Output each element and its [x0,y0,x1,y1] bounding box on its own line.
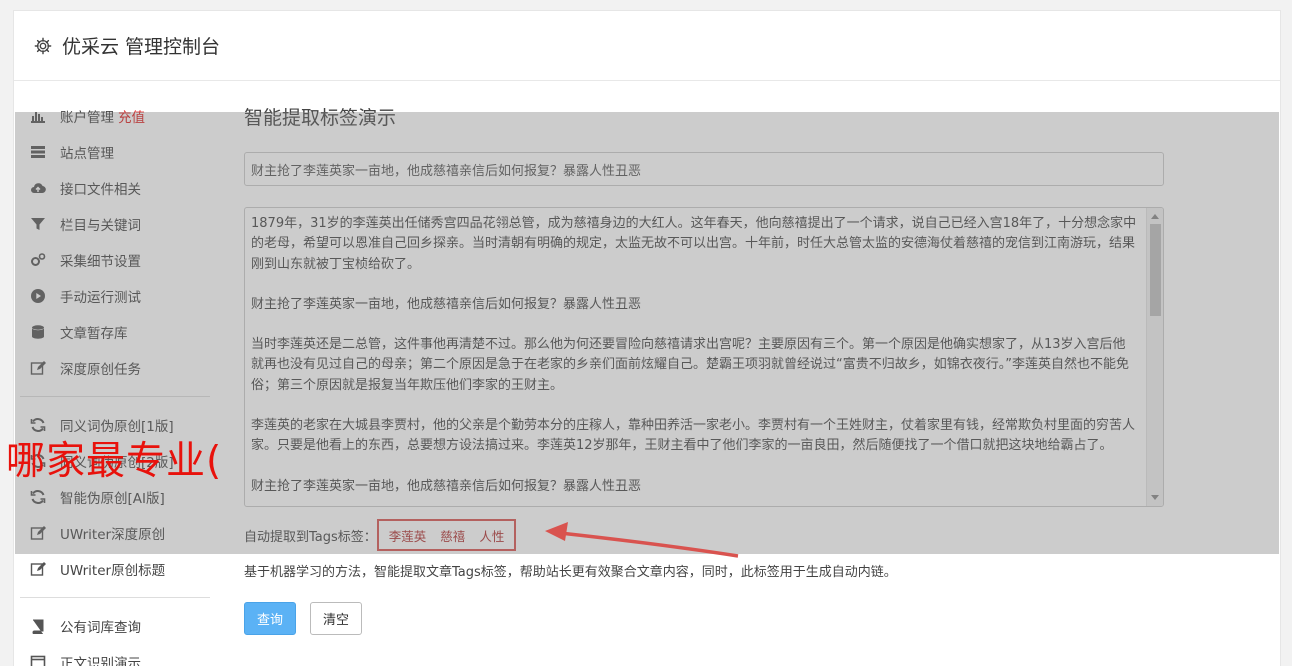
sidebar-item-interface[interactable]: 接口文件相关 [20,170,210,206]
textarea-scrollbar[interactable] [1146,208,1163,506]
refresh-icon [30,489,46,505]
console-title: 优采云 管理控制台 [62,36,221,58]
cogs-icon [30,252,46,268]
sidebar-item-label: 文章暂存库 [60,326,128,342]
sidebar-item-account[interactable]: 账户管理 充值 [20,98,210,134]
sidebar-item-deep-original[interactable]: 深度原创任务 [20,350,210,386]
watermark-text: 哪家最专业( [6,439,223,484]
sidebar-item-uwriter-title[interactable]: UWriter原创标题 [20,551,210,587]
panel-header: 优采云 管理控制台 [14,11,1280,81]
bar-chart-icon [30,108,46,124]
play-circle-icon [30,288,46,304]
sidebar-item-label: 站点管理 [60,146,114,162]
sidebar-item-label: 栏目与关键词 [60,218,141,234]
sidebar-item-sites[interactable]: 站点管理 [20,134,210,170]
clear-button[interactable]: 清空 [310,602,363,635]
window-icon [30,654,46,666]
gear-icon [34,37,52,55]
sidebar-item-label: UWriter深度原创 [60,527,166,543]
sidebar-item-label: 正文识别演示 [60,656,141,666]
sidebar-divider [20,396,210,397]
edit-icon [30,561,46,577]
database-icon [30,324,46,340]
article-paragraph: 财主抢了李莲英家一亩地，他成慈禧亲信后如何报复？暴露人性丑恶 [251,296,642,312]
sidebar-item-body-recognition[interactable]: 正文识别演示 [20,644,210,666]
article-paragraph: 当时李莲英还是二总管，这件事他再清楚不过。那么他为何还要冒险向慈禧请求出宫呢？主… [251,337,1129,393]
article-paragraph: 财主抢了李莲英家一亩地，他成慈禧亲信后如何报复？暴露人性丑恶 [251,478,642,494]
article-textarea[interactable]: 1879年，31岁的李莲英出任储秀宫四品花翎总管，成为慈禧身边的大红人。这年春天… [244,207,1164,507]
article-text: 1879年，31岁的李莲英出任储秀宫四品花翎总管，成为慈禧身边的大红人。这年春天… [245,208,1163,506]
article-title-input[interactable] [244,152,1164,186]
sidebar-item-article-store[interactable]: 文章暂存库 [20,314,210,350]
tag-item[interactable]: 李莲英 [389,526,427,545]
sidebar-item-label: 公有词库查询 [60,620,141,636]
page-title: 智能提取标签演示 [244,107,397,129]
scroll-down-arrow-icon[interactable] [1151,495,1159,500]
filter-icon [30,216,46,232]
article-paragraph: 1879年，31岁的李莲英出任储秀宫四品花翎总管，成为慈禧身边的大红人。这年春天… [251,216,1137,272]
tags-highlight-box: 李莲英 慈禧 人性 [376,519,517,551]
sidebar-item-collect-settings[interactable]: 采集细节设置 [20,242,210,278]
tags-label: 自动提取到Tags标签： [244,529,377,545]
sidebar-divider [20,597,210,598]
edit-icon [30,525,46,541]
scroll-up-arrow-icon[interactable] [1151,214,1159,219]
sidebar-item-label: 深度原创任务 [60,362,141,378]
main-content: 智能提取标签演示 1879年，31岁的李莲英出任储秀宫四品花翎总管，成为慈禧身边… [244,100,1164,635]
sidebar-item-uwriter-deep[interactable]: UWriter深度原创 [20,515,210,551]
article-paragraph: 李莲英的老家在大城县李贾村，他的父亲是个勤劳本分的庄稼人，靠种田养活一家老小。李… [251,418,1136,454]
feature-description: 基于机器学习的方法，智能提取文章Tags标签，帮助站长更有效聚合文章内容，同时，… [244,565,897,580]
query-button[interactable]: 查询 [244,602,297,635]
sidebar-item-label: 手动运行测试 [60,290,141,306]
recharge-link[interactable]: 充值 [118,106,145,126]
scroll-thumb[interactable] [1150,224,1161,316]
sidebar-item-label: 智能伪原创[AI版] [60,491,165,507]
sidebar-item-manual-run[interactable]: 手动运行测试 [20,278,210,314]
server-icon [30,144,46,160]
sidebar-nav: 账户管理 充值 站点管理 接口文件相关 栏目与关键词 采集细节设置 手动运行测试… [20,98,210,666]
book-icon [30,618,46,634]
sidebar-item-label: 接口文件相关 [60,182,141,198]
sidebar-item-label: 账户管理 [60,110,114,126]
tag-item[interactable]: 人性 [479,526,504,545]
sidebar-item-public-lexicon[interactable]: 公有词库查询 [20,608,210,644]
cloud-upload-icon [30,180,46,196]
action-buttons: 查询 清空 [244,602,1164,635]
sidebar-item-columns[interactable]: 栏目与关键词 [20,206,210,242]
tag-item[interactable]: 慈禧 [440,526,465,545]
tags-result-row: 自动提取到Tags标签： 李莲英 慈禧 人性 [244,519,1164,551]
sidebar-item-label: UWriter原创标题 [60,563,166,579]
edit-icon [30,360,46,376]
sidebar-item-label: 采集细节设置 [60,254,141,270]
